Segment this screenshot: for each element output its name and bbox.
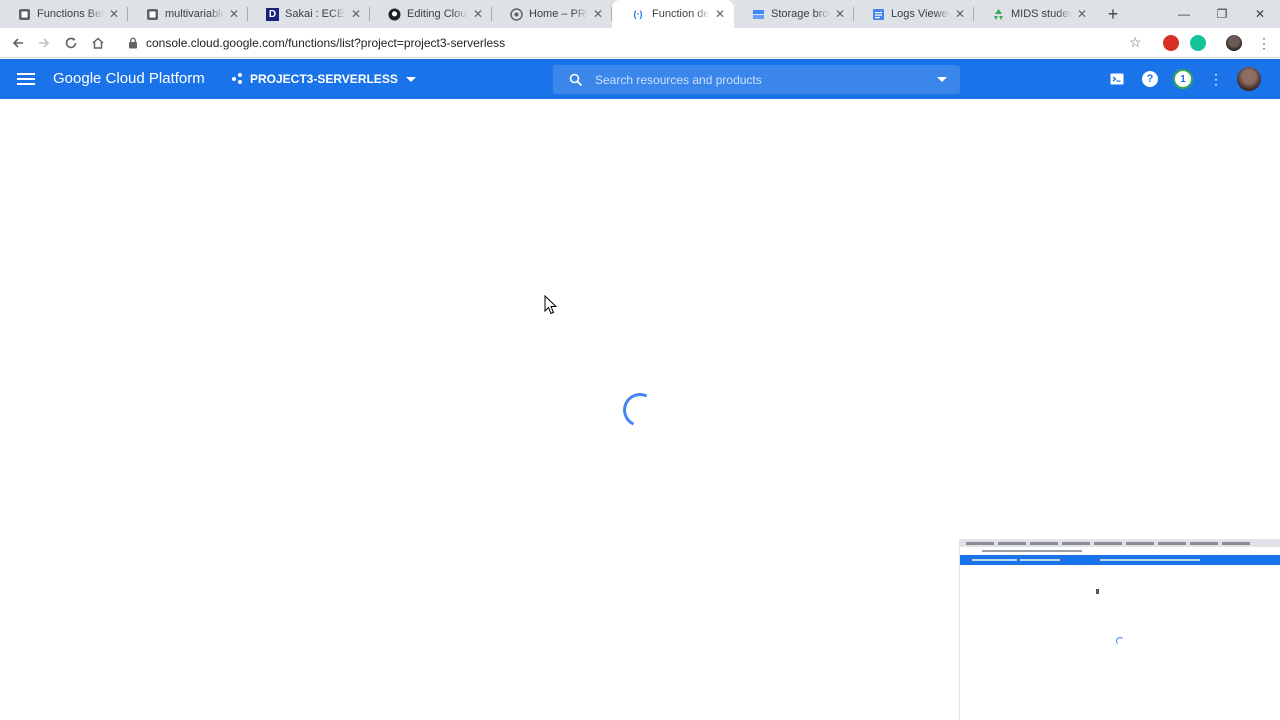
caret-down-icon xyxy=(405,76,416,82)
tab-title: Editing Cloud_f xyxy=(407,8,468,20)
storage-icon xyxy=(752,8,765,21)
close-icon[interactable]: ✕ xyxy=(350,7,362,21)
browser-tab[interactable]: Storage browse ✕ xyxy=(734,0,854,28)
hamburger-menu-icon[interactable] xyxy=(17,70,35,88)
project-icon xyxy=(232,73,244,85)
close-icon[interactable]: ✕ xyxy=(714,7,726,21)
help-icon[interactable]: ? xyxy=(1142,71,1158,87)
thumbnail-tabstrip xyxy=(960,540,1280,547)
functions-bracket-icon: (·) xyxy=(633,9,643,19)
loading-spinner-icon xyxy=(618,388,662,432)
search-dropdown-icon[interactable] xyxy=(937,77,947,82)
search-icon xyxy=(569,73,583,87)
recycle-icon xyxy=(992,8,1005,21)
extension-icon[interactable] xyxy=(1163,35,1179,51)
close-icon[interactable]: ✕ xyxy=(592,7,604,21)
thumbnail-header xyxy=(960,555,1280,565)
lock-icon xyxy=(126,36,140,50)
browser-tab[interactable]: multivariable-f ✕ xyxy=(128,0,248,28)
project-selector[interactable]: PROJECT3-SERVERLESS xyxy=(232,72,416,86)
address-bar[interactable]: console.cloud.google.com/functions/list?… xyxy=(118,32,1154,54)
browser-tab[interactable]: Logs Viewer – ✕ xyxy=(854,0,974,28)
more-options-icon[interactable]: ⋮ xyxy=(1208,71,1224,87)
close-icon[interactable]: ✕ xyxy=(108,7,120,21)
notifications-icon[interactable]: 1 xyxy=(1175,71,1191,87)
screen-share-thumbnail[interactable] xyxy=(960,540,1280,720)
restore-icon[interactable]: ❐ xyxy=(1202,0,1242,28)
thumbnail-cursor xyxy=(1096,589,1099,594)
tab-title: Functions Beta xyxy=(37,8,104,20)
close-icon[interactable]: ✕ xyxy=(228,7,240,21)
project-name: PROJECT3-SERVERLESS xyxy=(250,72,398,86)
new-tab-button[interactable]: + xyxy=(1104,4,1122,24)
browser-toolbar: console.cloud.google.com/functions/list?… xyxy=(0,28,1280,58)
close-icon[interactable]: ✕ xyxy=(1076,7,1088,21)
github-icon xyxy=(388,8,401,21)
close-icon[interactable]: ✕ xyxy=(954,7,966,21)
browser-tab[interactable]: Functions Beta ✕ xyxy=(0,0,128,28)
browser-tab[interactable]: Editing Cloud_f ✕ xyxy=(370,0,492,28)
gcp-brand[interactable]: Google Cloud Platform xyxy=(53,70,205,87)
tab-title: Logs Viewer – xyxy=(891,8,950,20)
cloud-shell-icon[interactable] xyxy=(1109,71,1125,87)
browser-tab[interactable]: Home – PROJE ✕ xyxy=(492,0,612,28)
mouse-cursor-icon xyxy=(544,294,558,315)
profile-avatar[interactable] xyxy=(1226,35,1242,51)
url-text: console.cloud.google.com/functions/list?… xyxy=(146,36,506,50)
search-bar[interactable]: Search resources and products xyxy=(553,65,960,94)
search-placeholder: Search resources and products xyxy=(595,72,762,87)
browser-tab[interactable]: MIDS students ✕ xyxy=(974,0,1096,28)
browser-tab-active[interactable]: (·) Function detail ✕ xyxy=(612,0,734,28)
account-avatar[interactable] xyxy=(1237,67,1261,91)
browser-tab[interactable]: D Sakai : ECE.590 ✕ xyxy=(248,0,370,28)
home-icon[interactable] xyxy=(88,33,108,53)
gcp-header: Google Cloud Platform PROJECT3-SERVERLES… xyxy=(0,59,1280,99)
tab-title: Home – PROJE xyxy=(529,8,588,20)
back-icon[interactable] xyxy=(8,33,28,53)
bookmark-star-icon[interactable]: ☆ xyxy=(1129,34,1142,51)
page-icon xyxy=(146,8,159,21)
browser-menu-icon[interactable]: ⋮ xyxy=(1257,35,1271,52)
logs-icon xyxy=(872,8,885,21)
tab-title: multivariable-f xyxy=(165,8,224,20)
sakai-icon: D xyxy=(266,7,279,21)
gcp-home-icon xyxy=(510,7,523,21)
window-close-icon[interactable]: ✕ xyxy=(1240,0,1280,28)
tab-title: Sakai : ECE.590 xyxy=(285,8,346,20)
grammarly-icon[interactable] xyxy=(1190,35,1206,51)
close-icon[interactable]: ✕ xyxy=(472,7,484,21)
tab-title: MIDS students xyxy=(1011,8,1072,20)
cloud-functions-icon xyxy=(18,8,31,21)
reload-icon[interactable] xyxy=(61,33,81,53)
tab-title: Storage browse xyxy=(771,8,830,20)
tab-title: Function detail xyxy=(652,8,710,20)
thumbnail-spinner-icon xyxy=(1116,637,1124,645)
thumbnail-addressbar xyxy=(960,547,1280,555)
minimize-icon[interactable]: — xyxy=(1164,0,1204,28)
forward-icon[interactable] xyxy=(34,33,54,53)
browser-tab-strip: Functions Beta ✕ multivariable-f ✕ D Sak… xyxy=(0,0,1280,28)
close-icon[interactable]: ✕ xyxy=(834,7,846,21)
